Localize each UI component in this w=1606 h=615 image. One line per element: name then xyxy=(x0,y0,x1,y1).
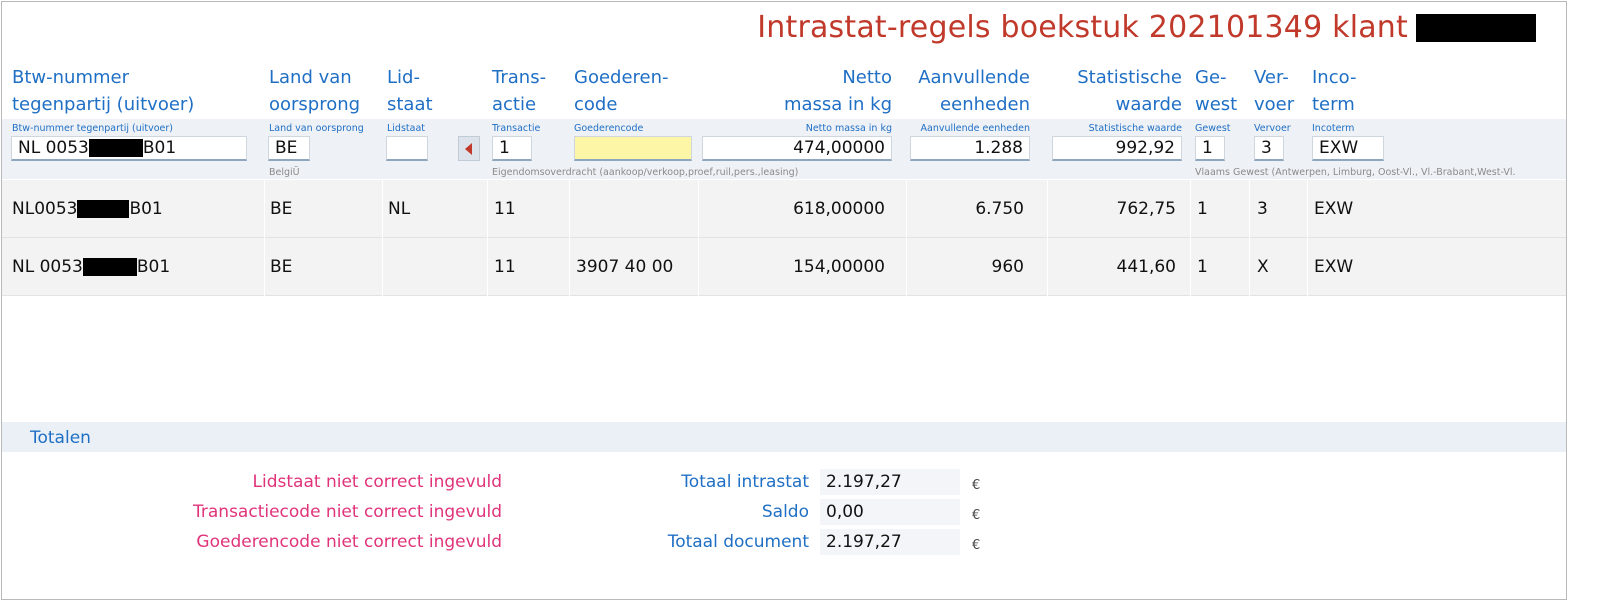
header-aanvullende: Aanvullende eenheden xyxy=(918,67,1030,115)
label-vervoer: Vervoer xyxy=(1254,123,1291,134)
cell-incoterm: EXW xyxy=(1314,199,1354,219)
saldo-label: Saldo xyxy=(761,502,809,522)
label-transactie: Transactie xyxy=(492,123,541,134)
table-row[interactable]: NL 0053 B01 BE 11 3907 40 00 154,00000 96… xyxy=(2,238,1566,296)
cell-land: BE xyxy=(270,199,293,219)
cell-land: BE xyxy=(270,257,293,277)
currency-symbol: € xyxy=(972,478,981,493)
aanvullende-field[interactable]: 1.288 xyxy=(910,136,1030,161)
cell-transactie: 11 xyxy=(494,257,516,277)
label-land: Land van oorsprong xyxy=(269,123,364,134)
header-netto: Netto massa in kg xyxy=(783,67,892,115)
total-intrastat-label: Totaal intrastat xyxy=(681,472,809,492)
total-document-label: Totaal document xyxy=(667,532,809,552)
goederencode-field[interactable] xyxy=(574,136,692,161)
label-aanvullende: Aanvullende eenheden xyxy=(920,123,1031,134)
cell-aanvullende: 960 xyxy=(991,257,1024,277)
netto-field[interactable]: 474,00000 xyxy=(702,136,892,161)
header-incoterm: Inco- term xyxy=(1312,67,1357,115)
header-transactie: Trans- actie xyxy=(492,67,547,115)
btw-prefix: NL 0053 xyxy=(12,257,83,277)
hint-gewest: Vlaams Gewest (Antwerpen, Limburg, Oost-… xyxy=(1195,167,1516,178)
header-btw: Btw-nummer tegenpartij (uitvoer) xyxy=(12,67,195,115)
error-lidstaat: Lidstaat niet correct ingevuld xyxy=(252,472,502,492)
label-goederencode: Goederencode xyxy=(574,123,644,134)
lidstaat-field[interactable] xyxy=(386,136,428,161)
header-goederencode: Goederen- code xyxy=(574,67,669,115)
incoterm-field[interactable]: EXW xyxy=(1312,136,1384,161)
vervoer-field[interactable]: 3 xyxy=(1254,136,1284,161)
cell-statistische: 762,75 xyxy=(1116,199,1176,219)
cell-btw: NL 0053 B01 xyxy=(12,238,170,296)
cell-netto: 618,00000 xyxy=(793,199,885,219)
table-row[interactable]: NL0053 B01 BE NL 11 618,00000 6.750 762,7… xyxy=(2,180,1566,238)
cell-statistische: 441,60 xyxy=(1116,257,1176,277)
transactie-field[interactable]: 1 xyxy=(492,136,532,161)
btw-suffix: B01 xyxy=(142,138,177,158)
cell-lidstaat: NL xyxy=(388,199,411,219)
cell-aanvullende: 6.750 xyxy=(975,199,1024,219)
gewest-field[interactable]: 1 xyxy=(1195,136,1225,161)
cell-netto: 154,00000 xyxy=(793,257,885,277)
total-intrastat-value: 2.197,27 xyxy=(820,469,960,495)
header-vervoer: Ver- voer xyxy=(1254,67,1295,115)
statistische-field[interactable]: 992,92 xyxy=(1052,136,1182,161)
land-field[interactable]: BE xyxy=(268,136,310,161)
cell-transactie: 11 xyxy=(494,199,516,219)
label-netto: Netto massa in kg xyxy=(805,123,892,134)
header-statistische: Statistische waarde xyxy=(1077,67,1182,115)
cell-gewest: 1 xyxy=(1197,199,1208,219)
btw-prefix: NL0053 xyxy=(12,199,78,219)
cell-btw: NL0053 B01 xyxy=(12,180,163,238)
header-lidstaat: Lid- staat xyxy=(387,67,433,115)
btw-suffix: B01 xyxy=(136,257,171,277)
intrastat-form: Intrastat-regels boekstuk 202101349 klan… xyxy=(1,1,1567,600)
redacted-client-name xyxy=(1416,14,1536,42)
label-btw: Btw-nummer tegenpartij (uitvoer) xyxy=(12,123,173,134)
label-gewest: Gewest xyxy=(1195,123,1231,134)
saldo-value: 0,00 xyxy=(820,499,960,525)
hint-transactie: Eigendomsoverdracht (aankoop/verkoop,pro… xyxy=(492,167,799,178)
header-gewest: Ge- west xyxy=(1195,67,1238,115)
cell-gewest: 1 xyxy=(1197,257,1208,277)
page-title: Intrastat-regels boekstuk 202101349 klan… xyxy=(757,10,1408,45)
totals-title: Totalen xyxy=(30,428,91,448)
error-goederencode: Goederencode niet correct ingevuld xyxy=(196,532,502,552)
redacted-vat-digits xyxy=(88,139,143,157)
error-transactiecode: Transactiecode niet correct ingevuld xyxy=(193,502,502,522)
previous-record-button[interactable] xyxy=(458,136,480,161)
currency-symbol: € xyxy=(972,508,981,523)
cell-vervoer: X xyxy=(1257,257,1269,277)
currency-symbol: € xyxy=(972,538,981,553)
header-land: Land van oorsprong xyxy=(269,67,361,115)
redacted-vat-digits xyxy=(82,258,137,276)
label-lidstaat: Lidstaat xyxy=(387,123,426,134)
btw-prefix: NL 0053 xyxy=(18,138,89,158)
btw-suffix: B01 xyxy=(129,199,163,219)
label-statistische: Statistische waarde xyxy=(1088,123,1182,134)
redacted-vat-digits xyxy=(77,200,130,218)
label-incoterm: Incoterm xyxy=(1312,123,1355,134)
cell-goederencode: 3907 40 00 xyxy=(576,257,674,277)
totals-bar xyxy=(2,422,1566,452)
total-document-value: 2.197,27 xyxy=(820,529,960,555)
hint-land: BelgiÜ xyxy=(269,167,300,178)
btw-field[interactable]: NL 0053 B01 xyxy=(11,136,247,161)
cell-vervoer: 3 xyxy=(1257,199,1268,219)
cell-incoterm: EXW xyxy=(1314,257,1354,277)
